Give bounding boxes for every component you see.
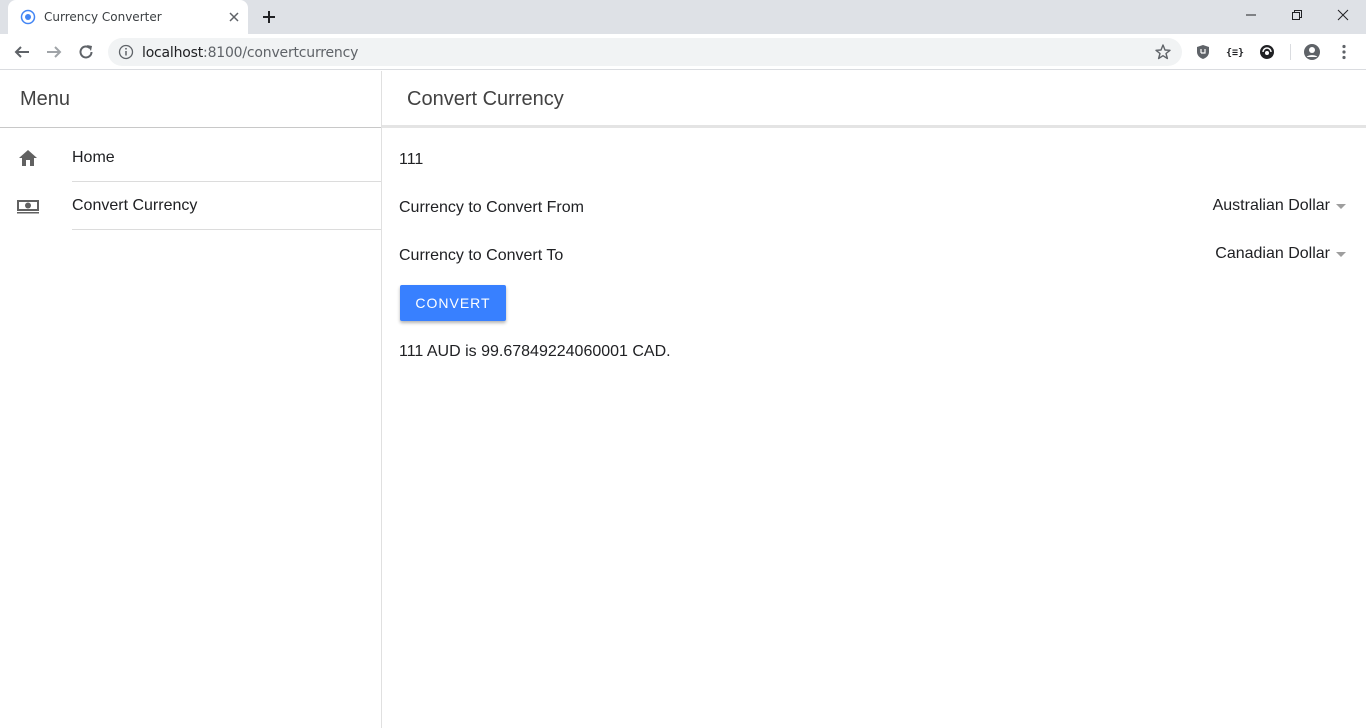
info-icon[interactable]	[118, 44, 134, 60]
menu-item-label: Convert Currency	[72, 197, 198, 214]
back-button[interactable]	[12, 42, 32, 62]
extension-braces-button[interactable]: {≡}	[1226, 43, 1244, 61]
profile-button[interactable]	[1303, 43, 1321, 61]
to-currency-label: Currency to Convert To	[399, 247, 564, 264]
url-path: :8100/convertcurrency	[203, 45, 359, 61]
close-icon[interactable]	[226, 9, 242, 25]
page-header: Convert Currency	[382, 71, 1366, 128]
toolbar-divider	[1290, 44, 1291, 60]
minimize-icon	[1246, 14, 1256, 16]
browser-menu-button[interactable]	[1335, 43, 1353, 61]
main-content: Convert Currency Currency to Convert Fro…	[382, 71, 1366, 728]
new-tab-icon[interactable]	[260, 8, 278, 26]
shield-icon	[1197, 45, 1209, 59]
caret-down-icon	[1336, 251, 1346, 257]
menu-item-label: Home	[72, 149, 115, 166]
cash-icon	[16, 196, 40, 216]
home-icon	[16, 148, 40, 168]
star-icon[interactable]	[1154, 43, 1172, 61]
page-title: Convert Currency	[407, 88, 564, 110]
amount-input[interactable]	[399, 151, 699, 169]
extension-shield-button[interactable]	[1194, 43, 1212, 61]
svg-text:{≡}: {≡}	[1226, 48, 1244, 59]
divider	[72, 229, 381, 230]
favicon-icon	[20, 9, 36, 25]
browser-toolbar: localhost:8100/convertcurrency {≡}	[0, 34, 1366, 70]
menu-item-convert-currency[interactable]: Convert Currency	[0, 182, 381, 230]
tab-title: Currency Converter	[44, 10, 162, 24]
url-host: localhost	[142, 45, 204, 61]
arrow-left-icon	[14, 46, 29, 58]
side-menu-header: Menu	[0, 71, 381, 128]
browser-tabstrip: Currency Converter	[0, 0, 1366, 34]
app: Menu Home Convert Currency Convert Curre…	[0, 71, 1366, 728]
from-currency-select[interactable]: Australian Dollar	[1213, 196, 1346, 216]
conversion-result: 111 AUD is 99.67849224060001 CAD.	[399, 343, 671, 360]
minimize-button[interactable]	[1228, 0, 1274, 30]
from-currency-label: Currency to Convert From	[399, 199, 584, 216]
restore-button[interactable]	[1274, 0, 1320, 30]
window-close-button[interactable]	[1320, 0, 1366, 30]
side-menu-title: Menu	[20, 88, 71, 110]
forward-button[interactable]	[44, 42, 64, 62]
arrow-right-icon	[47, 46, 62, 58]
convert-button[interactable]: CONVERT	[400, 285, 506, 321]
from-currency-value: Australian Dollar	[1212, 197, 1330, 214]
url-text: localhost:8100/convertcurrency	[142, 45, 358, 61]
browser-tab[interactable]: Currency Converter	[8, 0, 248, 34]
extension-circle-button[interactable]	[1258, 43, 1276, 61]
caret-down-icon	[1336, 203, 1346, 209]
side-menu: Menu Home Convert Currency	[0, 71, 382, 728]
window-close-icon	[1337, 9, 1349, 21]
address-bar[interactable]: localhost:8100/convertcurrency	[108, 38, 1182, 66]
more-vert-icon	[1342, 44, 1346, 60]
extension-icon	[1260, 45, 1274, 59]
restore-icon	[1292, 10, 1302, 20]
reload-button[interactable]	[76, 42, 96, 62]
menu-item-home[interactable]: Home	[0, 134, 381, 182]
account-icon	[1304, 44, 1320, 60]
to-currency-value: Canadian Dollar	[1215, 245, 1330, 262]
to-currency-select[interactable]: Canadian Dollar	[1215, 244, 1346, 264]
braces-icon: {≡}	[1226, 48, 1244, 59]
reload-icon	[79, 45, 93, 59]
